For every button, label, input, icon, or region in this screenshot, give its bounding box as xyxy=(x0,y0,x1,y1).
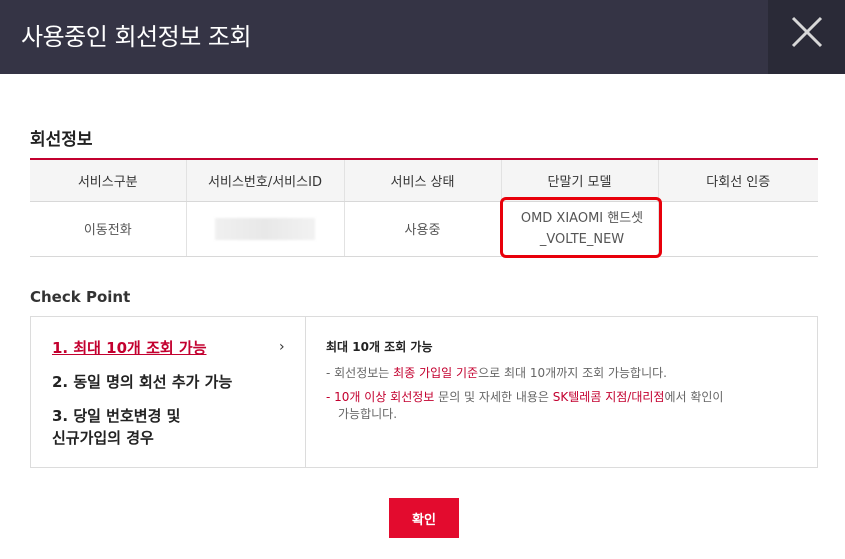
check-point-menu: 1. 최대 10개 조회 가능 › 2. 동일 명의 회선 추가 가능 3. 당… xyxy=(31,317,306,467)
column-header-service-status: 서비스 상태 xyxy=(343,158,501,202)
device-model-highlight xyxy=(500,197,662,258)
column-header-service-type: 서비스구분 xyxy=(30,158,186,202)
line-info-table: 서비스구분 서비스번호/서비스ID 서비스 상태 단말기 모델 다회선 인증 이… xyxy=(30,158,818,257)
check-point-box: 1. 최대 10개 조회 가능 › 2. 동일 명의 회선 추가 가능 3. 당… xyxy=(30,316,818,468)
redacted-service-number xyxy=(215,217,315,240)
multi-line-auth-cell xyxy=(657,201,818,257)
check-point-item-1[interactable]: 1. 최대 10개 조회 가능 xyxy=(52,337,207,359)
check-point-item-3[interactable]: 3. 당일 번호변경 및 신규가입의 경우 xyxy=(52,405,180,449)
close-button[interactable] xyxy=(768,0,845,74)
detail-line-3: 가능합니다. xyxy=(338,407,398,421)
service-status-cell: 사용중 xyxy=(343,201,501,257)
detail-title: 최대 10개 조회 가능 xyxy=(326,340,433,354)
detail-line-1: - 회선정보는 최종 가입일 기준으로 최대 10개까지 조회 가능합니다. xyxy=(326,366,667,380)
check-point-title: Check Point xyxy=(30,288,131,306)
line-info-title: 회선정보 xyxy=(30,130,93,150)
check-point-item-3-line2: 신규가입의 경우 xyxy=(52,429,154,447)
detail-line-2: - 10개 이상 회선정보 문의 및 자세한 내용은 SK텔레콤 지점/대리점에… xyxy=(326,390,724,404)
column-header-device-model: 단말기 모델 xyxy=(500,158,658,202)
service-number-cell xyxy=(185,201,344,257)
check-point-item-2[interactable]: 2. 동일 명의 회선 추가 가능 xyxy=(52,371,232,393)
dialog-header: 사용중인 회선정보 조회 xyxy=(0,0,845,74)
table-row: 이동전화 사용중 xyxy=(30,201,818,257)
chevron-right-icon: › xyxy=(279,339,285,355)
column-header-multi-line-auth: 다회선 인증 xyxy=(657,158,818,202)
dialog-title: 사용중인 회선정보 조회 xyxy=(21,23,252,51)
confirm-button[interactable]: 확인 xyxy=(389,498,459,538)
column-header-service-number: 서비스번호/서비스ID xyxy=(185,158,344,202)
service-type-cell: 이동전화 xyxy=(30,201,186,257)
close-icon xyxy=(791,16,823,48)
check-point-item-3-line1: 3. 당일 번호변경 및 xyxy=(52,407,181,425)
